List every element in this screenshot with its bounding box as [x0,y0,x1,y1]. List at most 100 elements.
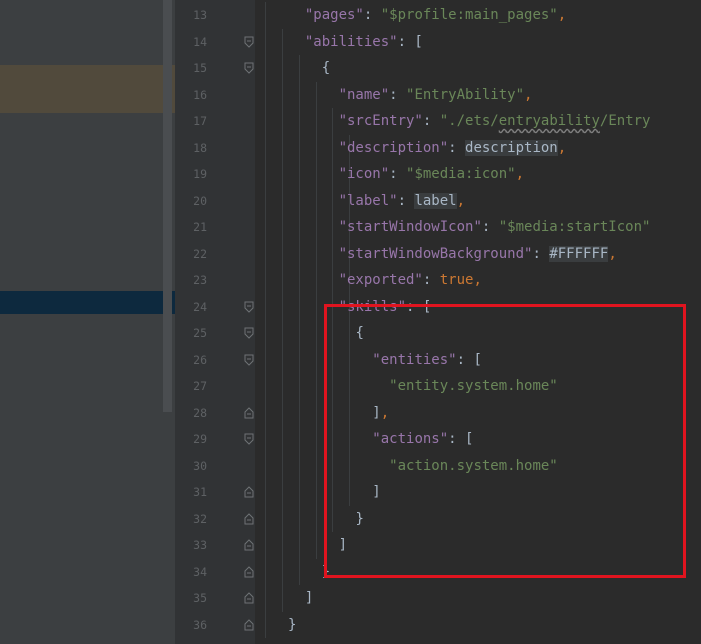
code-token: entryability [498,113,600,129]
line-number: 22 [193,246,207,261]
line-number: 25 [193,326,207,340]
code-line[interactable]: "startWindowBackground": #FFFFFF, [339,241,617,268]
code-token: "$media:startIcon" [498,219,651,235]
line-number: 23 [193,273,207,287]
code-line[interactable]: "abilities": [ [305,29,423,56]
fold-close-icon[interactable] [243,539,255,551]
line-number: 32 [193,511,207,526]
code-token: , [557,7,567,23]
code-line[interactable]: "label": label, [339,188,465,215]
code-token: "abilities" [304,33,398,50]
code-token: : [ [397,33,423,50]
project-panel [0,0,175,644]
code-token: , [524,86,533,103]
code-token: : [389,166,407,182]
code-token: label [414,192,457,209]
code-token: "$media:icon" [406,166,516,182]
fold-open-icon[interactable] [243,433,255,445]
indent-guide [298,55,300,585]
line-number: 18 [193,140,207,155]
tree-row-highlight[interactable] [0,65,175,113]
code-line[interactable]: "name": "EntryAbility", [339,82,533,109]
fold-open-icon[interactable] [243,301,255,313]
line-number: 35 [193,591,207,605]
fold-open-icon[interactable] [243,62,255,74]
code-token: /Entry [599,113,651,129]
code-token: "$profile:main_pages" [380,7,558,23]
code-line[interactable]: "exported": true, [339,267,482,294]
ide-window: 13 14 15 16 17 18 19 20 21 22 23 24 25 26 27 28 29 30 31 32… [0,0,701,644]
line-number: 27 [193,379,207,393]
code-token: : [422,113,440,129]
code-token: "srcEntry" [338,113,423,129]
fold-close-icon[interactable] [243,406,255,419]
code-token: : [448,139,466,156]
tree-row-selected[interactable] [0,291,175,314]
line-number: 36 [193,617,207,632]
fold-close-icon[interactable] [243,565,255,578]
code-token: , [557,139,567,156]
code-token: "startWindowIcon" [338,219,482,235]
line-number: 31 [193,485,207,499]
line-number: 14 [193,34,207,49]
code-token: "name" [338,86,390,103]
code-token: : [422,272,440,288]
line-number: 13 [193,8,207,22]
code-line[interactable]: { [322,55,330,82]
code-token: : [389,86,407,103]
code-token: : [532,245,550,262]
skills-highlight-box [324,304,686,578]
fold-close-icon[interactable] [243,512,255,525]
code-token: , [473,272,482,288]
line-number: 30 [193,458,207,473]
fold-close-icon[interactable] [243,486,255,498]
line-number: 24 [193,299,207,314]
code-token: "startWindowBackground" [338,245,533,262]
code-token: , [515,166,525,182]
indent-guide [315,81,317,559]
code-token: : [397,192,415,209]
code-token: "./ets/ [439,113,499,129]
fold-open-icon[interactable] [243,36,255,48]
code-token: "EntryAbility" [406,86,525,103]
code-token: , [456,192,466,209]
line-number: 34 [193,564,207,579]
fold-open-icon[interactable] [243,327,255,339]
code-line[interactable]: } [288,612,296,639]
code-line[interactable]: ] [305,585,313,612]
code-token: #FFFFFF [549,245,609,262]
line-number: 17 [193,114,207,128]
line-number: 16 [193,87,207,102]
code-token: } [288,616,297,633]
code-token: "label" [338,192,398,209]
line-number: 15 [193,61,207,75]
code-token: "icon" [338,166,390,182]
code-token: true [439,272,474,288]
line-number: 19 [193,167,207,181]
code-line[interactable]: "pages": "$profile:main_pages", [305,2,566,29]
code-token: "pages" [304,7,364,23]
line-number: 28 [193,405,207,420]
indent-guide [281,28,283,612]
code-token: { [321,60,331,76]
code-line[interactable]: "srcEntry": "./ets/entryability/Entry [339,108,651,135]
code-line[interactable]: "description": description, [338,135,567,162]
code-line[interactable]: "startWindowIcon": "$media:startIcon" [339,214,651,241]
code-token: ] [304,590,314,606]
code-token: : [363,7,381,23]
code-token: : [481,219,499,235]
line-number: 20 [193,193,207,208]
fold-close-icon[interactable] [243,618,255,631]
code-token: "exported" [338,272,423,288]
line-number: 21 [193,220,207,234]
fold-open-icon[interactable] [243,354,255,366]
line-number: 33 [193,538,207,552]
line-number: 29 [193,432,207,446]
fold-close-icon[interactable] [243,592,255,604]
code-token: description [465,139,558,156]
panel-scrollbar[interactable] [163,0,172,412]
code-line[interactable]: "icon": "$media:icon", [339,161,524,188]
code-token: "description" [338,139,449,156]
code-token: , [608,245,617,262]
line-number: 26 [193,352,207,367]
